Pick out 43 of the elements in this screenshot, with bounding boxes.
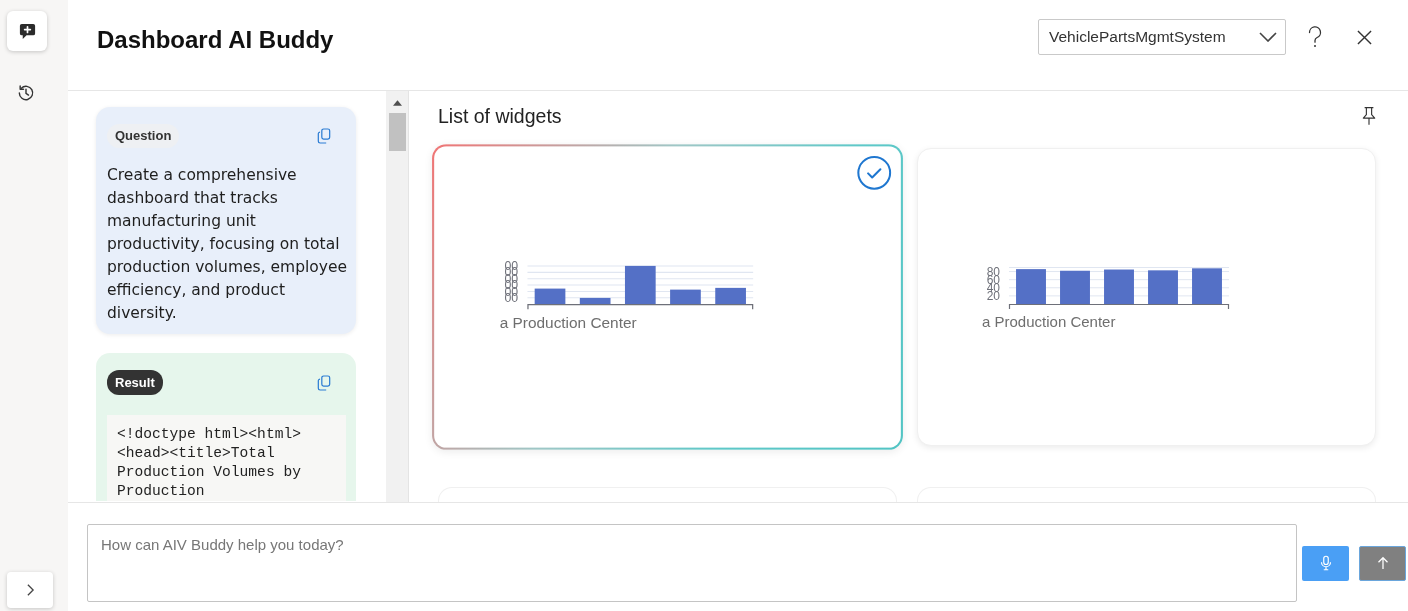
question-text: Create a comprehensive dashboard that tracks manufacturing unit productivity, focusing on total production volumes, employee efficiency, and product diversity.: [107, 165, 348, 324]
history-icon[interactable]: [16, 83, 36, 103]
chat-plus-icon: [17, 21, 37, 41]
widget-card[interactable]: 00 00 00 00 00 00 a Production Center: [432, 144, 903, 450]
close-icon[interactable]: [1357, 29, 1372, 45]
copy-icon[interactable]: [317, 374, 331, 391]
copy-icon[interactable]: [317, 128, 331, 144]
axis-tick-label: 20: [985, 291, 1000, 300]
chart-bar: [534, 288, 566, 305]
axis-tick-label: 40: [985, 283, 1000, 292]
chart-bar: [1104, 269, 1134, 304]
microphone-button[interactable]: [1302, 545, 1349, 581]
dataset-dropdown[interactable]: VehiclePartsMgmtSystem: [1038, 19, 1286, 55]
question-badge: Question: [107, 124, 180, 148]
chart-bar: [1016, 269, 1046, 304]
chart-bar: [1192, 268, 1222, 304]
pin-icon[interactable]: [1362, 106, 1376, 126]
axis-tick-label: 80: [985, 267, 1000, 276]
code-block: <!doctype html><html><head><title>Total Production Volumes by Production: [107, 415, 346, 501]
chevron-right-icon: [25, 583, 35, 597]
result-badge: Result: [107, 370, 163, 395]
check-circle-icon: [856, 155, 892, 191]
chart-bar: [1060, 270, 1090, 304]
panel-title: List of widgets: [438, 104, 562, 128]
chevron-down-icon: [1259, 32, 1277, 42]
scrollbar-thumb[interactable]: [388, 113, 406, 151]
axis-tick-label: 60: [985, 275, 1000, 284]
axis-title: a Production Center: [499, 313, 637, 332]
widget-card[interactable]: 20 40 60 80 a Production Center: [917, 148, 1376, 446]
send-button[interactable]: [1359, 545, 1406, 581]
chart-bar: [1148, 270, 1178, 304]
axis-tick-label: 00 00 00 00 00 00: [503, 262, 519, 301]
scrollbar[interactable]: [386, 91, 408, 502]
new-chat-button[interactable]: [7, 11, 47, 51]
help-icon[interactable]: [1308, 26, 1322, 48]
scroll-up-icon[interactable]: [392, 100, 402, 106]
chart-bar: [579, 297, 611, 305]
prompt-field[interactable]: How can AIV Buddy help you today?: [87, 524, 1297, 602]
chart-bar: [715, 287, 746, 305]
app-title: Dashboard AI Buddy: [97, 26, 334, 54]
axis-title: a Production Center: [982, 313, 1116, 331]
chart-bar: [624, 265, 656, 305]
chart-bar: [670, 289, 701, 305]
